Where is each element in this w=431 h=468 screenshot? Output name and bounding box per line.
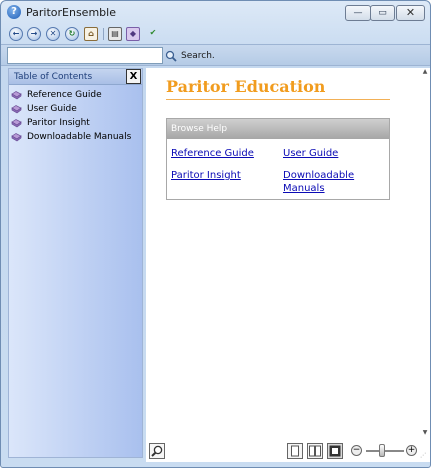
book-icon xyxy=(11,118,22,128)
toc-close-button[interactable]: X xyxy=(126,69,141,84)
toc-item-label: Reference Guide xyxy=(27,90,102,100)
book-icon xyxy=(11,104,22,114)
minimize-button[interactable]: — xyxy=(345,5,371,21)
back-icon[interactable]: ← xyxy=(9,27,23,41)
book-icon xyxy=(11,132,22,142)
forward-icon[interactable]: → xyxy=(27,27,41,41)
toc-item-reference-guide[interactable]: Reference Guide xyxy=(11,88,131,102)
vertical-scrollbar[interactable]: ▲ ▼ xyxy=(420,68,430,440)
help-window: ? ParitorEnsemble — ▭ ✕ ← → ✕ ↻ ⌂ ▤ ◆ ✔ … xyxy=(0,0,431,468)
zoom-out-button[interactable]: − xyxy=(351,445,362,456)
title-bar: ? ParitorEnsemble — ▭ ✕ xyxy=(1,1,430,24)
toc-header: Table of Contents X xyxy=(9,69,142,85)
browse-help-box: Browse Help Reference Guide User Guide P… xyxy=(166,118,390,200)
book-icon xyxy=(11,90,22,100)
stop-icon[interactable]: ✕ xyxy=(46,27,60,41)
bottom-status-bar: − + ⋰ xyxy=(146,440,430,462)
full-width-page-icon xyxy=(329,445,341,457)
toolbar-separator xyxy=(103,28,104,40)
toc-title: Table of Contents xyxy=(14,72,93,82)
help-app-icon: ? xyxy=(7,5,21,19)
bookmark-icon[interactable]: ✔ xyxy=(146,27,160,41)
single-page-icon xyxy=(291,445,299,457)
zoom-slider-thumb[interactable] xyxy=(379,444,385,457)
zoom-in-button[interactable]: + xyxy=(406,445,417,456)
content-pane: Paritor Education Browse Help Reference … xyxy=(146,68,420,440)
magnifier-icon xyxy=(151,445,163,457)
two-page-icon xyxy=(309,445,321,457)
print-icon[interactable]: ▤ xyxy=(108,27,122,41)
toc-item-label: Paritor Insight xyxy=(27,118,90,128)
page-title: Paritor Education xyxy=(166,77,326,96)
title-underline xyxy=(166,99,390,100)
window-title: ParitorEnsemble xyxy=(26,6,116,19)
refresh-icon[interactable]: ↻ xyxy=(65,27,79,41)
two-page-view-button[interactable] xyxy=(307,443,323,459)
toc-item-paritor-insight[interactable]: Paritor Insight xyxy=(11,116,131,130)
toc-item-label: Downloadable Manuals xyxy=(27,132,132,142)
link-downloadable-manuals[interactable]: Downloadable Manuals xyxy=(283,169,373,195)
magnifier-icon xyxy=(165,50,177,62)
scroll-up-arrow-icon[interactable]: ▲ xyxy=(420,68,430,78)
search-input[interactable] xyxy=(7,47,163,64)
find-in-page-button[interactable] xyxy=(149,443,165,459)
search-button-label: Search. xyxy=(181,50,215,61)
link-paritor-insight[interactable]: Paritor Insight xyxy=(171,169,241,182)
toolbar: ← → ✕ ↻ ⌂ ▤ ◆ ✔ xyxy=(1,24,430,44)
zoom-slider-track[interactable] xyxy=(366,450,404,452)
table-of-contents-panel: Table of Contents X Reference Guide User… xyxy=(8,68,143,458)
scroll-down-arrow-icon[interactable]: ▼ xyxy=(420,429,430,439)
browse-help-header: Browse Help xyxy=(167,119,389,139)
toc-item-user-guide[interactable]: User Guide xyxy=(11,102,131,116)
link-user-guide[interactable]: User Guide xyxy=(283,147,338,160)
full-width-view-button[interactable] xyxy=(327,443,343,459)
search-button[interactable]: Search. xyxy=(165,46,220,65)
link-reference-guide[interactable]: Reference Guide xyxy=(171,147,254,160)
options-icon[interactable]: ◆ xyxy=(126,27,140,41)
home-icon[interactable]: ⌂ xyxy=(84,27,98,41)
toc-item-label: User Guide xyxy=(27,104,77,114)
search-bar: Search. xyxy=(1,44,430,66)
resize-grip-icon[interactable]: ⋰ xyxy=(420,452,428,460)
maximize-button[interactable]: ▭ xyxy=(370,5,395,21)
single-page-view-button[interactable] xyxy=(287,443,303,459)
toc-item-downloadable-manuals[interactable]: Downloadable Manuals xyxy=(11,130,131,144)
close-window-button[interactable]: ✕ xyxy=(396,5,425,21)
toc-list: Reference Guide User Guide Paritor Insig… xyxy=(11,88,131,144)
